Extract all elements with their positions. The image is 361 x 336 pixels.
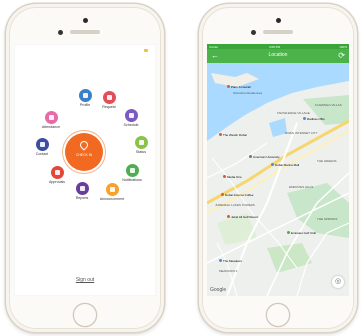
menu-item-approvals[interactable]: Approvals <box>42 166 72 184</box>
profile-icon <box>78 89 92 102</box>
map-label: MEADOWS 3 <box>219 269 238 273</box>
menu-item-notifications[interactable]: Notifications <box>117 164 147 182</box>
menu-label: Contact <box>35 152 49 156</box>
front-camera <box>82 18 88 23</box>
approvals-icon <box>50 166 64 179</box>
map-label: KNOWLEDGE VILLAGE <box>277 111 310 115</box>
map-poi: Media One <box>223 175 242 179</box>
sign-out-link[interactable]: Sign out <box>14 277 156 283</box>
map-poi: Jebel Ali Golf Resort <box>227 215 258 219</box>
front-camera <box>275 18 281 23</box>
map-label: EMIRATES HILLS <box>289 185 314 189</box>
request-icon <box>102 91 116 104</box>
menu-item-request[interactable]: Request <box>94 91 124 109</box>
refresh-icon[interactable]: ⟳ <box>338 51 345 61</box>
earpiece-speaker <box>263 30 293 34</box>
location-pin-icon <box>79 141 89 152</box>
menu-label: Reports <box>75 196 89 200</box>
carrier-label: Carrier <box>209 44 219 49</box>
check-in-label: CHECK IN <box>75 153 93 157</box>
attendance-icon <box>44 111 58 124</box>
menu-label: Announcement <box>99 197 125 201</box>
map-poi: Dubai Marina Mall <box>271 163 299 167</box>
page-title: Location <box>268 52 288 58</box>
menu-label: Status <box>135 150 147 154</box>
map-label: JUMEIRAH LAKES TOWERS <box>215 203 255 207</box>
contact-icon <box>35 138 49 151</box>
earpiece-speaker <box>70 30 100 34</box>
menu-item-attendance[interactable]: Attendance <box>36 111 66 129</box>
check-in-button[interactable]: CHECK IN <box>65 133 103 171</box>
phone-right: Carrier 4:08 PM 100% ← Location ⟳ Palm J… <box>199 4 357 332</box>
battery-level: 100% <box>339 44 347 49</box>
menu-label: Approvals <box>49 180 65 184</box>
map-poi: The Westin Dubai <box>219 133 247 137</box>
status-time: 4:08 PM <box>269 44 281 49</box>
map-poi: Radisson Blu <box>303 117 325 121</box>
status-icon <box>134 136 148 149</box>
my-location-button[interactable]: ◎ <box>332 276 344 288</box>
proximity-sensor <box>251 30 256 35</box>
map-label: THE SPRINGS <box>317 217 338 221</box>
menu-label: Notifications <box>122 178 142 182</box>
menu-item-status[interactable]: Status <box>126 136 156 154</box>
map-poi: American University <box>249 155 280 159</box>
map-poi: Palm Jumeirah <box>227 85 251 89</box>
notifications-icon <box>125 164 139 177</box>
schedule-icon <box>124 109 138 122</box>
home-button[interactable] <box>267 304 289 326</box>
home-button[interactable] <box>74 304 96 326</box>
app-bar: ← Location ⟳ <box>207 49 349 63</box>
menu-item-schedule[interactable]: Schedule <box>116 109 146 127</box>
menu-item-reports[interactable]: Reports <box>67 182 97 200</box>
map-label: Shoreline Residences <box>233 91 263 95</box>
map-screen: Carrier 4:08 PM 100% ← Location ⟳ Palm J… <box>207 44 349 296</box>
menu-item-announcement[interactable]: Announcement <box>97 183 127 201</box>
menu-item-contact[interactable]: Contact <box>27 138 57 156</box>
google-logo: Google <box>210 287 227 293</box>
map-view[interactable]: Palm Jumeirah Shoreline Residences KNOWL… <box>207 63 349 296</box>
battery-icon <box>144 49 148 52</box>
reports-icon <box>75 182 89 195</box>
announcement-icon <box>105 183 119 196</box>
map-poi: Dubai Internet Coffee <box>221 193 253 197</box>
map-poi: Emirates Golf Club <box>287 231 316 235</box>
map-label: DUBAI INTERNET CITY <box>285 131 318 135</box>
menu-screen: Profile Request Schedule Status Notifica… <box>14 44 156 296</box>
proximity-sensor <box>58 30 63 35</box>
phone-left: Profile Request Schedule Status Notifica… <box>6 4 164 332</box>
menu-label: Schedule <box>123 123 139 127</box>
menu-label: Attendance <box>41 125 61 129</box>
map-label: THE GREENS <box>317 159 337 163</box>
map-label: FLAMINGO VILLAS <box>315 103 342 107</box>
map-poi: The Meadows <box>219 259 242 263</box>
